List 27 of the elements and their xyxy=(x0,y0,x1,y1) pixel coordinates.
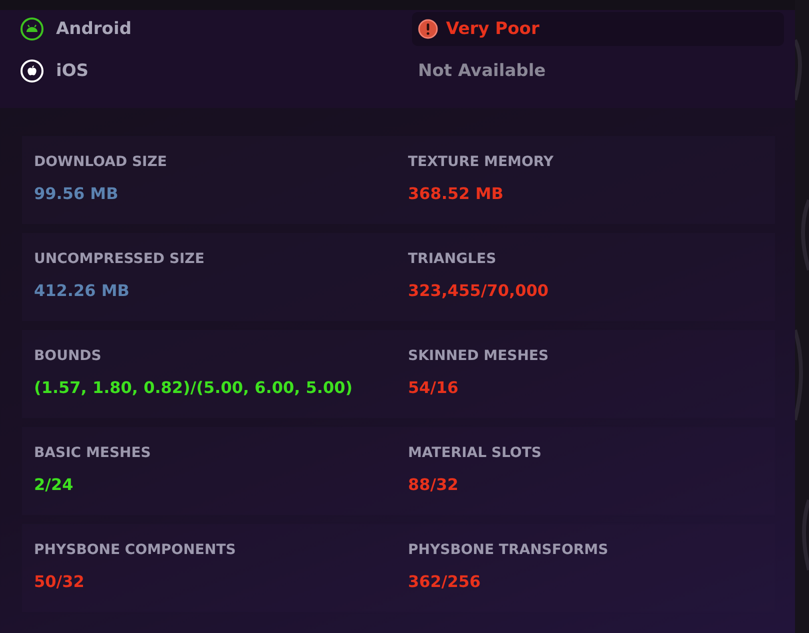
stat-value: (1.57, 1.80, 0.82)/(5.00, 6.00, 5.00) xyxy=(34,378,354,397)
stat-value: 88/32 xyxy=(408,475,460,494)
stat-label: BOUNDS xyxy=(34,348,102,364)
stat-value: 412.26 MB xyxy=(34,281,130,300)
stat-label: TEXTURE MEMORY xyxy=(408,154,555,170)
android-icon xyxy=(20,17,44,41)
stat-value: 50/32 xyxy=(34,572,86,591)
stat-value: 99.56 MB xyxy=(34,184,120,203)
availability-text: Not Available xyxy=(417,60,547,83)
stat-label: UNCOMPRESSED SIZE xyxy=(34,251,206,267)
platform-name: Android xyxy=(55,19,132,39)
stat-label: BASIC MESHES xyxy=(34,445,152,461)
stat-label: MATERIAL SLOTS xyxy=(408,445,542,461)
rating-text: Very Poor xyxy=(446,19,540,39)
stat-value: 323,455/70,000 xyxy=(408,281,550,300)
apple-icon xyxy=(20,59,44,83)
stat-value: 368.52 MB xyxy=(408,184,504,203)
stat-label: DOWNLOAD SIZE xyxy=(34,154,168,170)
platform-name: iOS xyxy=(55,61,90,81)
stat-label: PHYSBONE COMPONENTS xyxy=(34,542,237,558)
stat-label: TRIANGLES xyxy=(408,251,498,267)
stat-value: 54/16 xyxy=(408,378,460,397)
alert-icon xyxy=(418,19,438,39)
stat-label: SKINNED MESHES xyxy=(408,348,550,364)
stat-value: 362/256 xyxy=(408,572,482,591)
stat-label: PHYSBONE TRANSFORMS xyxy=(408,542,610,558)
stat-value: 2/24 xyxy=(34,475,74,494)
